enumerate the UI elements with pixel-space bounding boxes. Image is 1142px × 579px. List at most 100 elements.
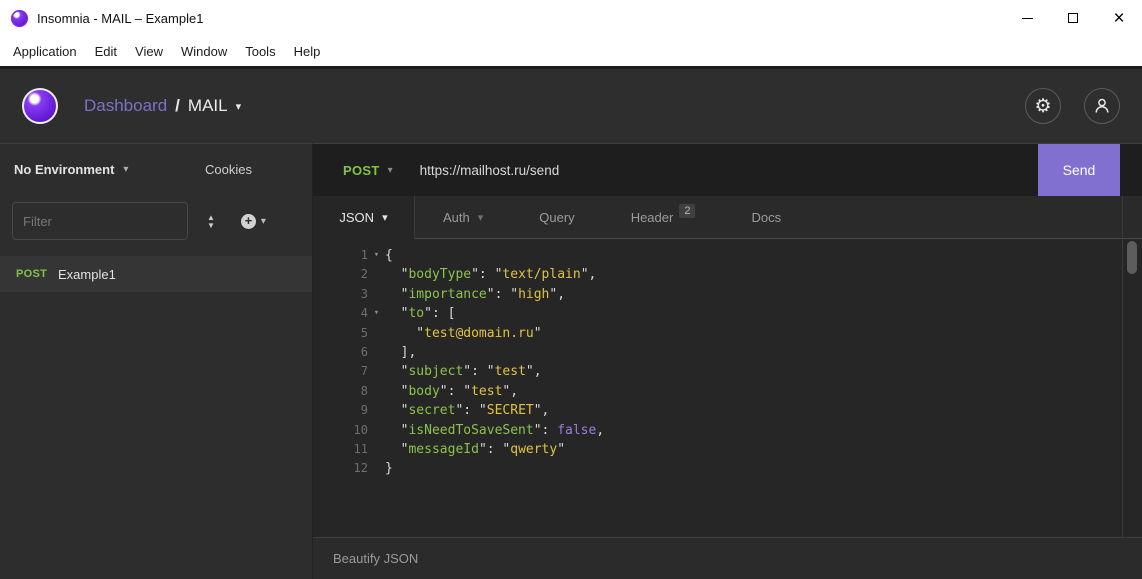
tab-label: Docs: [751, 210, 781, 225]
method-dropdown[interactable]: POST ▾: [343, 163, 393, 178]
scrollbar-thumb[interactable]: [1127, 241, 1137, 274]
code-text: "test@domain.ru": [385, 324, 542, 343]
breadcrumb-workspace[interactable]: MAIL: [188, 96, 228, 116]
breadcrumb-dashboard-link[interactable]: Dashboard: [84, 96, 167, 116]
insomnia-logo[interactable]: [22, 88, 58, 124]
method-label: POST: [343, 163, 380, 178]
sort-down-icon: ▼: [207, 222, 215, 229]
menu-item-view[interactable]: View: [126, 40, 172, 63]
line-number: 10: [313, 421, 368, 440]
request-method-label: POST: [16, 268, 58, 280]
tab-body-json[interactable]: JSON ▾: [313, 196, 415, 239]
title-bar: Insomnia - MAIL – Example1 ×: [0, 0, 1142, 36]
send-button[interactable]: Send: [1038, 144, 1120, 196]
fold-spacer: [368, 459, 385, 478]
code-line[interactable]: 3 "importance": "high",: [313, 285, 1142, 304]
fold-spacer: [368, 285, 385, 304]
tab-header[interactable]: Header2: [603, 196, 724, 238]
menu-item-tools[interactable]: Tools: [236, 40, 284, 63]
code-line[interactable]: 9 "secret": "SECRET",: [313, 401, 1142, 420]
code-text: {: [385, 246, 393, 265]
request-list: POSTExample1: [0, 256, 312, 292]
menu-item-application[interactable]: Application: [4, 40, 86, 63]
line-number: 3: [313, 285, 368, 304]
app-header: Dashboard / MAIL ▾ ⚙: [0, 66, 1142, 143]
sort-button[interactable]: ▲ ▼: [207, 214, 215, 229]
chevron-down-icon[interactable]: ▾: [236, 100, 242, 113]
fold-spacer: [368, 440, 385, 459]
line-number: 6: [313, 343, 368, 362]
request-name-label: Example1: [58, 267, 116, 282]
code-text: }: [385, 459, 393, 478]
gear-icon: ⚙: [1034, 97, 1051, 116]
tab-label: Auth: [443, 210, 470, 225]
json-editor[interactable]: 1▾{2 "bodyType": "text/plain",3 "importa…: [313, 239, 1142, 537]
code-line[interactable]: 8 "body": "test",: [313, 382, 1142, 401]
code-text: "subject": "test",: [385, 362, 542, 381]
menu-bar: ApplicationEditViewWindowToolsHelp: [0, 36, 1142, 66]
menu-item-window[interactable]: Window: [172, 40, 236, 63]
code-line[interactable]: 2 "bodyType": "text/plain",: [313, 265, 1142, 284]
code-line[interactable]: 6 ],: [313, 343, 1142, 362]
code-line[interactable]: 4▾ "to": [: [313, 304, 1142, 323]
code-line[interactable]: 11 "messageId": "qwerty": [313, 440, 1142, 459]
tab-label: Query: [539, 210, 574, 225]
code-text: "isNeedToSaveSent": false,: [385, 421, 604, 440]
tab-docs[interactable]: Docs: [723, 196, 809, 238]
tab-auth[interactable]: Auth ▾: [415, 196, 511, 238]
fold-arrow-icon[interactable]: ▾: [368, 246, 385, 265]
line-number: 12: [313, 459, 368, 478]
account-button[interactable]: [1084, 88, 1120, 124]
environment-label: No Environment: [14, 162, 114, 177]
editor-footer: Beautify JSON: [313, 537, 1142, 579]
chevron-down-icon: ▾: [478, 211, 484, 224]
body-tab-label: JSON: [339, 210, 374, 225]
breadcrumb-separator: /: [175, 96, 180, 116]
cookies-link[interactable]: Cookies: [205, 162, 252, 177]
beautify-json-link[interactable]: Beautify JSON: [333, 551, 418, 566]
url-input[interactable]: https://mailhost.ru/send: [420, 163, 1142, 178]
code-text: "secret": "SECRET",: [385, 401, 549, 420]
settings-button[interactable]: ⚙: [1025, 88, 1061, 124]
menu-item-edit[interactable]: Edit: [86, 40, 126, 63]
menu-item-help[interactable]: Help: [285, 40, 330, 63]
add-request-button[interactable]: + ▾: [241, 214, 266, 229]
url-bar: POST ▾ https://mailhost.ru/send Send: [313, 144, 1142, 196]
line-number: 2: [313, 265, 368, 284]
code-line[interactable]: 5 "test@domain.ru": [313, 324, 1142, 343]
close-button[interactable]: ×: [1096, 0, 1142, 36]
chevron-down-icon: ▾: [261, 216, 266, 227]
insomnia-app-icon: [11, 10, 28, 27]
maximize-icon: [1068, 13, 1078, 23]
code-text: "bodyType": "text/plain",: [385, 265, 596, 284]
line-number: 9: [313, 401, 368, 420]
line-number: 1: [313, 246, 368, 265]
tab-row: JSON ▾ Auth ▾ Query Header2 Docs: [313, 196, 1142, 239]
line-number: 11: [313, 440, 368, 459]
close-icon: ×: [1113, 9, 1124, 28]
fold-spacer: [368, 421, 385, 440]
maximize-button[interactable]: [1050, 0, 1096, 36]
fold-arrow-icon[interactable]: ▾: [368, 304, 385, 323]
code-line[interactable]: 7 "subject": "test",: [313, 362, 1142, 381]
chevron-down-icon: ▾: [123, 164, 128, 175]
code-line[interactable]: 1▾{: [313, 246, 1142, 265]
code-line[interactable]: 10 "isNeedToSaveSent": false,: [313, 421, 1142, 440]
code-text: "importance": "high",: [385, 285, 565, 304]
request-item[interactable]: POSTExample1: [0, 256, 312, 292]
filter-input[interactable]: [12, 202, 188, 240]
plus-circle-icon: +: [241, 214, 256, 229]
editor-scrollbar[interactable]: [1122, 196, 1142, 537]
environment-dropdown[interactable]: No Environment ▾: [14, 162, 205, 177]
fold-spacer: [368, 362, 385, 381]
tab-group: Auth ▾ Query Header2 Docs: [415, 196, 809, 238]
tab-query[interactable]: Query: [511, 196, 602, 238]
code-line[interactable]: 12}: [313, 459, 1142, 478]
sidebar: No Environment ▾ Cookies ▲ ▼ + ▾ POSTExa…: [0, 143, 313, 579]
line-number: 5: [313, 324, 368, 343]
user-icon: [1093, 97, 1111, 115]
minimize-icon: [1022, 18, 1033, 19]
minimize-button[interactable]: [1004, 0, 1050, 36]
line-number: 8: [313, 382, 368, 401]
code-text: "body": "test",: [385, 382, 518, 401]
